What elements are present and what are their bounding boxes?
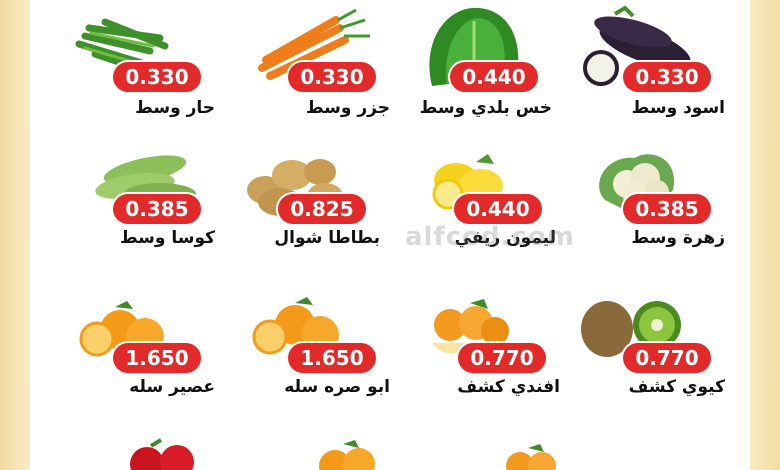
price-badge: 0.385 xyxy=(113,194,201,224)
orange-icon xyxy=(319,440,375,470)
product-card[interactable]: 1.650 ابو صره سله xyxy=(240,295,410,435)
mandarin-icon xyxy=(506,444,556,470)
product-card[interactable]: 0.385 كوسا وسط xyxy=(65,150,235,290)
price-badge: 0.330 xyxy=(623,62,711,92)
right-frame xyxy=(750,0,780,470)
product-card[interactable]: 0.770 كيوي كشف xyxy=(575,295,745,435)
price-badge: 0.330 xyxy=(288,62,376,92)
price-badge: 0.825 xyxy=(278,194,366,224)
product-name: افندي كشف xyxy=(457,377,560,397)
product-name: ابو صره سله xyxy=(284,377,390,397)
product-card[interactable]: 0.330 اسود وسط xyxy=(575,6,745,146)
product-card[interactable]: 0.440 خس بلدي وسط xyxy=(402,6,572,146)
price-badge: 0.770 xyxy=(623,343,711,373)
left-frame xyxy=(0,0,30,470)
price-badge: 1.650 xyxy=(113,343,201,373)
product-name: زهرة وسط xyxy=(631,228,725,248)
price-badge: 0.385 xyxy=(623,194,711,224)
product-name: كيوي كشف xyxy=(628,377,725,397)
product-name: اسود وسط xyxy=(631,98,725,118)
price-badge: 0.440 xyxy=(450,62,538,92)
product-card[interactable]: 0.825 بطاطا شوال xyxy=(230,150,400,290)
product-card[interactable]: 0.440 ليمون ريفي xyxy=(406,150,576,290)
product-name: جزر وسط xyxy=(305,98,390,118)
product-name: بطاطا شوال xyxy=(274,228,380,248)
product-name: خس بلدي وسط xyxy=(419,98,552,118)
product-card[interactable]: 1.650 عصير سله xyxy=(65,295,235,435)
watermark: alfcod.com xyxy=(405,222,575,252)
product-card[interactable]: 0.330 حار وسط xyxy=(65,6,235,146)
product-name: كوسا وسط xyxy=(119,228,215,248)
price-badge: 0.440 xyxy=(454,194,542,224)
product-name: عصير سله xyxy=(129,377,215,397)
product-card[interactable]: 0.385 زهرة وسط xyxy=(575,150,745,290)
flyer-panel: 0.330 حار وسط 0.330 جزر وسط 0.440 خس بلد… xyxy=(30,0,750,470)
product-name: حار وسط xyxy=(135,98,215,118)
product-card[interactable]: 0.330 جزر وسط xyxy=(240,6,410,146)
price-badge: 1.650 xyxy=(288,343,376,373)
product-card[interactable]: 0.770 افندي كشف xyxy=(410,295,580,435)
price-badge: 0.770 xyxy=(458,343,546,373)
apple-icon xyxy=(130,438,194,470)
price-badge: 0.330 xyxy=(113,62,201,92)
